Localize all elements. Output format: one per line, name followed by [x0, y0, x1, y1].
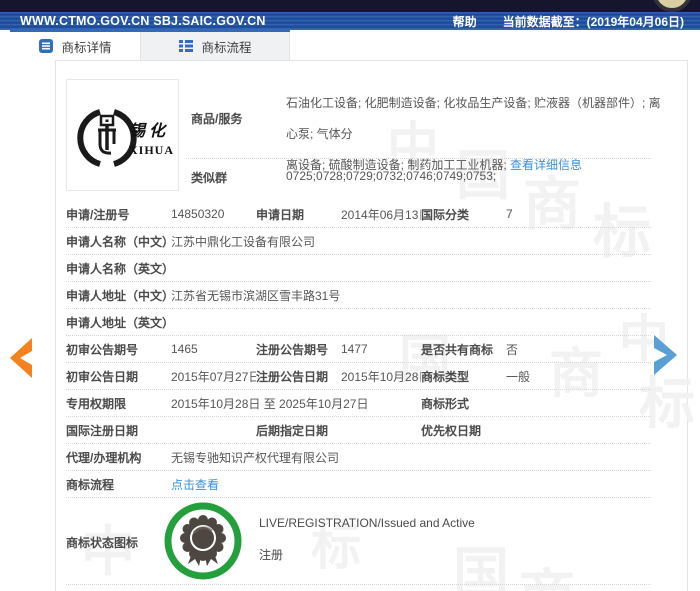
trademark-image: 锡 化 XIHUA	[66, 79, 179, 191]
row-exclusive-right-period: 专用权期限 2015年10月28日 至 2025年10月27日 商标形式	[66, 390, 651, 417]
field-value: 一般	[506, 368, 651, 385]
window-top-strip	[0, 0, 700, 12]
row-trademark-status: 商标状态图标	[66, 498, 651, 584]
field-label: 申请人名称（英文）	[66, 260, 171, 277]
row-international-registration-date: 国际注册日期 后期指定日期 优先权日期	[66, 417, 651, 444]
field-label: 注册公告日期	[256, 368, 341, 385]
goods-services-label: 商品/服务	[191, 110, 242, 127]
field-label: 申请人名称（中文）	[66, 233, 171, 250]
list-icon	[178, 38, 194, 54]
row-registration-number: 申请/注册号 14850320 申请日期 2014年06月13日 国际分类 7	[66, 201, 651, 228]
field-value: 1465	[171, 342, 256, 356]
status-text-cn: 注册	[259, 546, 283, 563]
row-first-gazette-number: 初审公告期号 1465 注册公告期号 1477 是否共有商标 否	[66, 336, 651, 363]
logo-cn-glyphs: 锡 化	[129, 122, 168, 140]
corner-logo-icon	[652, 0, 692, 12]
field-label: 申请/注册号	[66, 206, 171, 223]
row-applicant-address-en: 申请人地址（英文）	[66, 309, 651, 336]
data-cutoff-text: 当前数据截至：(2019年04月06日)	[503, 13, 684, 30]
field-value: 2015年10月28日 至 2025年10月27日	[171, 395, 421, 412]
field-label: 初审公告日期	[66, 368, 171, 385]
field-label: 是否共有商标	[421, 341, 506, 358]
next-record-arrow[interactable]	[650, 332, 680, 378]
award-ribbon-icon	[163, 501, 243, 581]
field-value: 7	[506, 207, 651, 221]
divider	[66, 584, 651, 585]
field-label: 国际注册日期	[66, 422, 171, 439]
field-label: 优先权日期	[421, 422, 506, 439]
divider	[186, 158, 651, 159]
row-agency: 代理/办理机构 无锡专驰知识产权代理有限公司	[66, 444, 651, 471]
row-first-gazette-date: 初审公告日期 2015年07月27日 注册公告日期 2015年10月28日 商标…	[66, 363, 651, 390]
field-value: 1477	[341, 342, 421, 356]
field-value: 2015年07月27日	[171, 368, 256, 385]
field-label: 初审公告期号	[66, 341, 171, 358]
goods-line1: 石油化工设备; 化肥制造设备; 化妆品生产设备; 贮液器（机器部件）; 离心泵;…	[286, 88, 666, 150]
field-value: 江苏中鼎化工设备有限公司	[171, 233, 651, 250]
field-value: 2015年10月28日	[341, 368, 421, 385]
field-value: 江苏省无锡市滨湖区雪丰路31号	[171, 287, 651, 304]
field-value: 否	[506, 341, 651, 358]
click-to-view-link[interactable]: 点击查看	[171, 476, 651, 493]
tab-trademark-process[interactable]: 商标流程	[140, 32, 290, 60]
field-label: 注册公告期号	[256, 341, 341, 358]
tab-trademark-details[interactable]: 商标详情	[10, 32, 140, 60]
view-details-link[interactable]: 查看详细信息	[510, 158, 582, 172]
field-label: 代理/办理机构	[66, 449, 171, 466]
help-link[interactable]: 帮助	[453, 13, 477, 30]
field-rows: 申请/注册号 14850320 申请日期 2014年06月13日 国际分类 7 …	[66, 201, 651, 585]
similar-group-value: 0725;0728;0729;0732;0746;0749;0753;	[286, 169, 496, 183]
site-title-bar: WWW.CTMO.GOV.CN SBJ.SAIC.GOV.CN 帮助 当前数据截…	[0, 12, 700, 30]
trademark-detail-panel: 中 国 商 标 中 国 商 标 中 国 商 标	[55, 60, 688, 591]
tab-trademark-details-label: 商标详情	[61, 37, 111, 56]
row-trademark-process: 商标流程 点击查看	[66, 471, 651, 498]
similar-group-label: 类似群	[191, 169, 227, 186]
field-label: 申请日期	[256, 206, 341, 223]
field-label: 专用权期限	[66, 395, 171, 412]
field-label: 后期指定日期	[256, 422, 341, 439]
site-url-text: WWW.CTMO.GOV.CN SBJ.SAIC.GOV.CN	[20, 14, 266, 28]
tab-bar: 商标详情 商标流程	[10, 30, 290, 60]
row-applicant-address-cn: 申请人地址（中文） 江苏省无锡市滨湖区雪丰路31号	[66, 282, 651, 309]
field-label: 国际分类	[421, 206, 506, 223]
field-label: 申请人地址（中文）	[66, 287, 171, 304]
field-label: 申请人地址（英文）	[66, 314, 171, 331]
row-applicant-name-cn: 申请人名称（中文） 江苏中鼎化工设备有限公司	[66, 228, 651, 255]
goods-services-value: 石油化工设备; 化肥制造设备; 化妆品生产设备; 贮液器（机器部件）; 离心泵;…	[286, 88, 666, 181]
status-label: 商标状态图标	[66, 534, 138, 551]
chevron-left-icon	[8, 336, 34, 380]
field-label: 商标类型	[421, 368, 506, 385]
row-applicant-name-en: 申请人名称（英文）	[66, 255, 651, 282]
logo-en-glyphs: XIHUA	[129, 143, 174, 157]
registration-status-badge	[163, 501, 243, 581]
field-label: 商标流程	[66, 476, 171, 493]
status-text-en: LIVE/REGISTRATION/Issued and Active	[259, 516, 475, 530]
field-value: 14850320	[171, 207, 256, 221]
trademark-detail-page: WWW.CTMO.GOV.CN SBJ.SAIC.GOV.CN 帮助 当前数据截…	[0, 0, 700, 591]
document-icon	[38, 38, 54, 54]
tab-trademark-process-label: 商标流程	[201, 37, 251, 56]
field-value: 无锡专驰知识产权代理有限公司	[171, 449, 651, 466]
field-value: 2014年06月13日	[341, 206, 421, 223]
previous-record-arrow[interactable]	[6, 336, 36, 382]
chevron-right-icon	[651, 332, 679, 378]
field-label: 商标形式	[421, 395, 506, 412]
